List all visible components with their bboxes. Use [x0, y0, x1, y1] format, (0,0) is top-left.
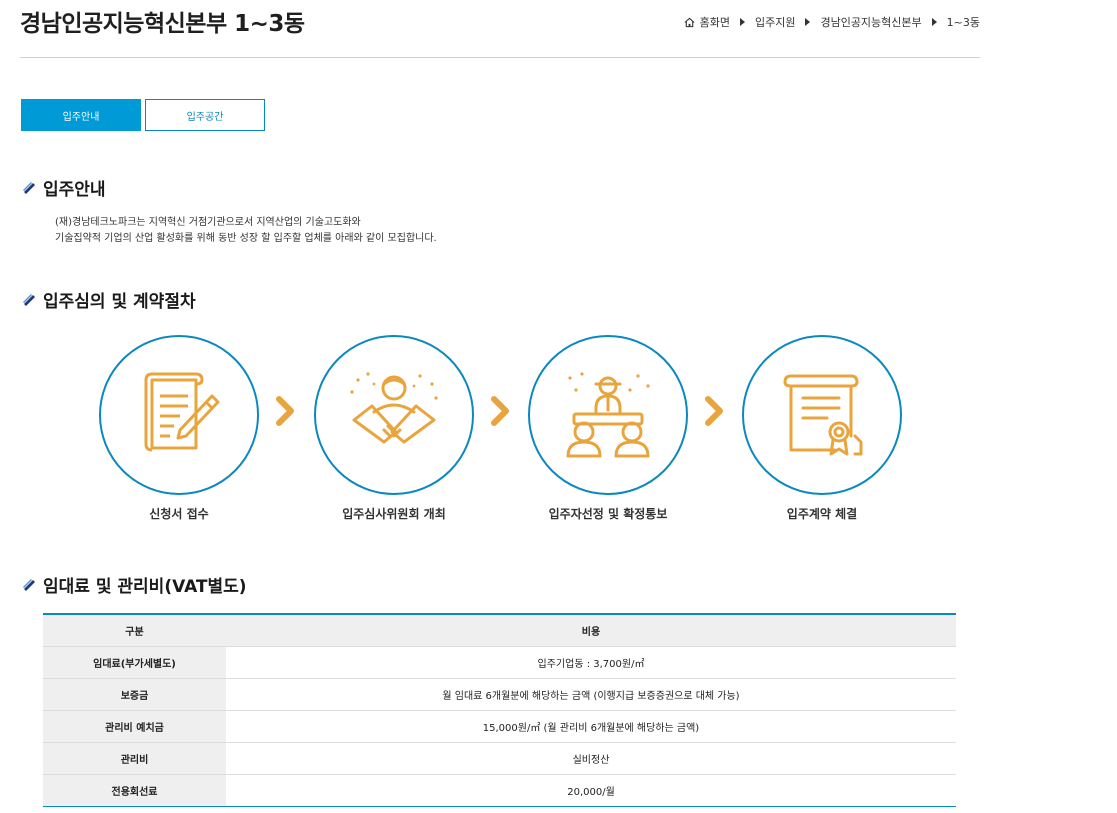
table-row: 임대료(부가세별도) 입주기업동 : 3,700원/㎡ [43, 646, 956, 679]
table-row-value: 20,000/월 [226, 774, 956, 807]
chevron-right-icon [705, 396, 723, 426]
table-row: 전용회선료 20,000/월 [43, 774, 956, 807]
pen-bullet-icon [23, 578, 35, 591]
certificate-icon [783, 374, 863, 456]
table-row: 관리비 실비정산 [43, 742, 956, 775]
process-step-circle [528, 335, 688, 495]
process-step-4: 입주계약 체결 [742, 335, 902, 521]
process-step-3: 입주자선정 및 확정통보 [528, 335, 688, 521]
process-step-circle [99, 335, 259, 495]
section-heading-fees-label: 임대료 및 관리비(VAT별도) [43, 577, 247, 597]
table-header-cost: 비용 [226, 613, 956, 647]
section-heading-process-label: 입주심의 및 계약절차 [43, 292, 196, 312]
pen-bullet-icon [23, 181, 35, 194]
fee-table: 구분 비용 임대료(부가세별도) 입주기업동 : 3,700원/㎡ 보증금 월 … [43, 613, 956, 807]
process-steps: 신청서 접수 입주심사위원회 개최 입주자선정 및 확정통보 입주계약 체결 [99, 335, 904, 525]
table-header-row: 구분 비용 [43, 613, 956, 647]
process-step-circle [314, 335, 474, 495]
breadcrumb-separator-icon [739, 18, 745, 26]
breadcrumb-item-hq[interactable]: 경남인공지능혁신본부 [820, 14, 921, 30]
handshake-icon [350, 372, 438, 444]
table-row-value: 입주기업동 : 3,700원/㎡ [226, 646, 956, 679]
tab-bar: 입주안내 입주공간 [21, 99, 265, 131]
intro-line-2: 기술집약적 기업의 산업 활성화를 위해 동반 성장 할 입주할 업체를 아래와… [55, 233, 437, 244]
breadcrumb: 홈화면 입주지원 경남인공지능혁신본부 1~3동 [684, 14, 980, 30]
section-heading-guide-label: 입주안내 [43, 180, 106, 200]
process-step-circle [742, 335, 902, 495]
breadcrumb-separator-icon [805, 18, 811, 26]
table-row-value: 월 임대료 6개월분에 해당하는 금액 (이행지급 보증증권으로 대체 가능) [226, 678, 956, 711]
breadcrumb-item-building[interactable]: 1~3동 [947, 14, 980, 30]
table-row-value: 15,000원/㎡ (월 관리비 6개월분에 해당하는 금액) [226, 710, 956, 743]
section-heading-guide: 입주안내 [21, 175, 106, 200]
section-heading-process: 입주심의 및 계약절차 [21, 287, 196, 312]
intro-text: (재)경남테크노파크는 지역혁신 거점기관으로서 지역산업의 기술고도화와 기술… [55, 215, 437, 247]
home-icon [684, 17, 695, 27]
meeting-icon [566, 372, 650, 458]
chevron-right-icon [276, 396, 294, 426]
process-step-label: 입주계약 체결 [786, 507, 858, 521]
table-row-label: 전용회선료 [43, 774, 226, 807]
breadcrumb-home-label: 홈화면 [699, 16, 730, 29]
process-step-2: 입주심사위원회 개최 [314, 335, 474, 521]
tab-space[interactable]: 입주공간 [145, 99, 265, 131]
header-divider [20, 57, 980, 58]
intro-line-1: (재)경남테크노파크는 지역혁신 거점기관으로서 지역산업의 기술고도화와 [55, 217, 361, 228]
tab-guide[interactable]: 입주안내 [21, 99, 141, 131]
section-heading-fees: 임대료 및 관리비(VAT별도) [21, 572, 247, 597]
process-step-1: 신청서 접수 [99, 335, 259, 521]
table-row-value: 실비정산 [226, 742, 956, 775]
table-row-label: 보증금 [43, 678, 226, 711]
table-row: 관리비 예치금 15,000원/㎡ (월 관리비 6개월분에 해당하는 금액) [43, 710, 956, 743]
breadcrumb-separator-icon [931, 18, 937, 26]
table-row: 보증금 월 임대료 6개월분에 해당하는 금액 (이행지급 보증증권으로 대체 … [43, 678, 956, 711]
application-form-icon [144, 372, 220, 452]
chevron-right-icon [491, 396, 509, 426]
breadcrumb-home[interactable]: 홈화면 [684, 14, 730, 30]
breadcrumb-item-support[interactable]: 입주지원 [755, 14, 795, 30]
process-step-label: 입주자선정 및 확정통보 [548, 507, 668, 521]
process-step-label: 신청서 접수 [149, 507, 209, 521]
table-row-label: 관리비 [43, 742, 226, 775]
table-row-label: 관리비 예치금 [43, 710, 226, 743]
process-step-label: 입주심사위원회 개최 [342, 507, 446, 521]
table-row-label: 임대료(부가세별도) [43, 646, 226, 679]
pen-bullet-icon [23, 293, 35, 306]
table-header-category: 구분 [43, 613, 226, 647]
page-title: 경남인공지능혁신본부 1~3동 [20, 11, 305, 37]
